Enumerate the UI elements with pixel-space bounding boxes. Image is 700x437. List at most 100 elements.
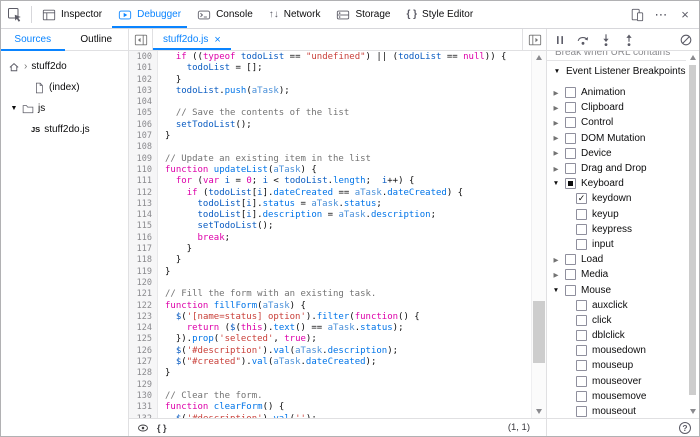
checkbox-mousedown[interactable] <box>576 345 587 356</box>
tab-debugger[interactable]: Debugger <box>110 1 189 28</box>
tab-console[interactable]: Console <box>189 1 261 28</box>
line-number[interactable]: 119 <box>129 267 158 278</box>
twisty-icon[interactable]: ▶ <box>552 119 560 127</box>
twisty-icon[interactable]: ▶ <box>552 256 560 264</box>
expand-debugger-pane-button[interactable] <box>522 29 546 50</box>
line-number[interactable]: 124 <box>129 323 158 334</box>
code-text[interactable]: break; <box>158 233 230 244</box>
code-text[interactable]: } <box>158 267 170 278</box>
code-text[interactable]: } <box>158 244 192 255</box>
code-text[interactable]: todoList.push(aTask); <box>158 86 290 97</box>
twisty-icon[interactable]: ▶ <box>552 134 560 142</box>
code-text[interactable]: if (todoList[i].dateCreated == aTask.dat… <box>158 188 463 199</box>
pick-element-button[interactable] <box>1 1 29 28</box>
code-text[interactable]: // Save the contents of the list <box>158 108 349 119</box>
line-number[interactable]: 111 <box>129 176 158 187</box>
line-number[interactable]: 117 <box>129 244 158 255</box>
twisty-icon[interactable]: ▶ <box>552 271 560 279</box>
code-text[interactable]: todoList[i].description = aTask.descript… <box>158 210 436 221</box>
help-button[interactable]: ? <box>679 422 691 434</box>
code-text[interactable]: for (var i = 0; i < todoList.length; i++… <box>158 176 414 187</box>
line-number[interactable]: 125 <box>129 334 158 345</box>
line-number[interactable]: 116 <box>129 233 158 244</box>
code-text[interactable]: return ($(this).text() == aTask.status); <box>158 323 404 334</box>
twisty-icon[interactable]: ▶ <box>552 89 560 97</box>
code-text[interactable]: function updateList(aTask) { <box>158 165 317 176</box>
checkbox-media[interactable] <box>565 269 576 280</box>
close-tab-icon[interactable]: × <box>214 34 220 46</box>
checkbox-control[interactable] <box>565 117 576 128</box>
scroll-up-arrow[interactable] <box>532 51 546 64</box>
checkbox-dom-mutation[interactable] <box>565 133 576 144</box>
checkbox-auxclick[interactable] <box>576 300 587 311</box>
line-number[interactable]: 126 <box>129 346 158 357</box>
checkbox-dblclick[interactable] <box>576 330 587 341</box>
code-text[interactable]: $('#description').val(aTask.description)… <box>158 346 398 357</box>
code-text[interactable]: setTodoList(); <box>158 221 273 232</box>
pretty-print-button[interactable]: { } <box>157 423 167 433</box>
meatball-menu-button[interactable]: ⋯ <box>650 4 672 26</box>
code-text[interactable]: todoList = []; <box>158 63 263 74</box>
twisty-icon[interactable]: ▼ <box>552 180 560 187</box>
line-number[interactable]: 106 <box>129 120 158 131</box>
checkbox-keyboard[interactable] <box>565 178 576 189</box>
twisty-icon[interactable]: ▶ <box>552 104 560 112</box>
code-text[interactable]: // Clear the form. <box>158 391 263 402</box>
scrollbar-thumb[interactable] <box>689 65 696 395</box>
checkbox-keyup[interactable] <box>576 209 587 220</box>
step-in-button[interactable] <box>599 33 613 47</box>
step-over-button[interactable] <box>576 33 590 47</box>
code-text[interactable]: // Fill the form with an existing task. <box>158 289 376 300</box>
line-number[interactable]: 103 <box>129 86 158 97</box>
line-number[interactable]: 107 <box>129 131 158 142</box>
code-editor[interactable]: 100 if ((typeof todoList == "undefined")… <box>129 51 546 418</box>
line-number[interactable]: 109 <box>129 154 158 165</box>
code-text[interactable] <box>158 380 165 391</box>
code-text[interactable]: setTodoList(); <box>158 120 252 131</box>
tab-outline[interactable]: Outline <box>65 29 129 50</box>
checkbox-load[interactable] <box>565 254 576 265</box>
checkbox-mouseout[interactable] <box>576 406 587 417</box>
tab-inspector[interactable]: Inspector <box>34 1 110 28</box>
line-number[interactable]: 112 <box>129 188 158 199</box>
code-text[interactable]: } <box>158 368 170 379</box>
event-listener-breakpoints-header[interactable]: ▼ Event Listener Breakpoints <box>547 60 686 82</box>
close-devtools-button[interactable]: × <box>674 4 696 26</box>
tab-sources[interactable]: Sources <box>1 29 65 50</box>
collapse-sources-pane-button[interactable] <box>129 29 153 50</box>
twisty-icon[interactable]: ▼ <box>552 287 560 294</box>
pause-button[interactable] <box>553 33 567 47</box>
checkbox-drag-and-drop[interactable] <box>565 163 576 174</box>
tree-root-stuff2do[interactable]: › stuff2do <box>1 56 128 77</box>
code-text[interactable]: } <box>158 131 170 142</box>
code-text[interactable]: $('[name=status] option').filter(functio… <box>158 312 420 323</box>
scroll-down-arrow[interactable] <box>532 405 546 418</box>
scroll-down-arrow[interactable] <box>686 405 699 418</box>
tree-item-index[interactable]: (index) <box>1 77 128 98</box>
twisty-icon[interactable]: ▶ <box>552 149 560 157</box>
line-number[interactable]: 131 <box>129 402 158 413</box>
scroll-up-arrow[interactable] <box>686 51 699 64</box>
line-number[interactable]: 121 <box>129 289 158 300</box>
line-number[interactable]: 101 <box>129 63 158 74</box>
line-number[interactable]: 102 <box>129 75 158 86</box>
tab-network[interactable]: ↑↓Network <box>261 1 329 28</box>
breakpoints-scrollbar[interactable] <box>686 51 699 418</box>
checkbox-keydown[interactable]: ✓ <box>576 193 587 204</box>
checkbox-mousemove[interactable] <box>576 391 587 402</box>
line-number[interactable]: 129 <box>129 380 158 391</box>
line-number[interactable]: 110 <box>129 165 158 176</box>
checkbox-device[interactable] <box>565 148 576 159</box>
code-text[interactable]: function fillForm(aTask) { <box>158 301 306 312</box>
code-text[interactable]: $("#created").val(aTask.dateCreated); <box>158 357 376 368</box>
code-text[interactable] <box>158 278 165 289</box>
tab-style-editor[interactable]: { }Style Editor <box>398 1 481 28</box>
code-text[interactable] <box>158 97 165 108</box>
checkbox-animation[interactable] <box>565 87 576 98</box>
scrollbar-thumb[interactable] <box>533 301 545 363</box>
line-number[interactable]: 104 <box>129 97 158 108</box>
code-text[interactable]: todoList[i].status = aTask.status; <box>158 199 382 210</box>
responsive-design-mode-button[interactable] <box>626 4 648 26</box>
line-number[interactable]: 108 <box>129 142 158 153</box>
line-number[interactable]: 130 <box>129 391 158 402</box>
